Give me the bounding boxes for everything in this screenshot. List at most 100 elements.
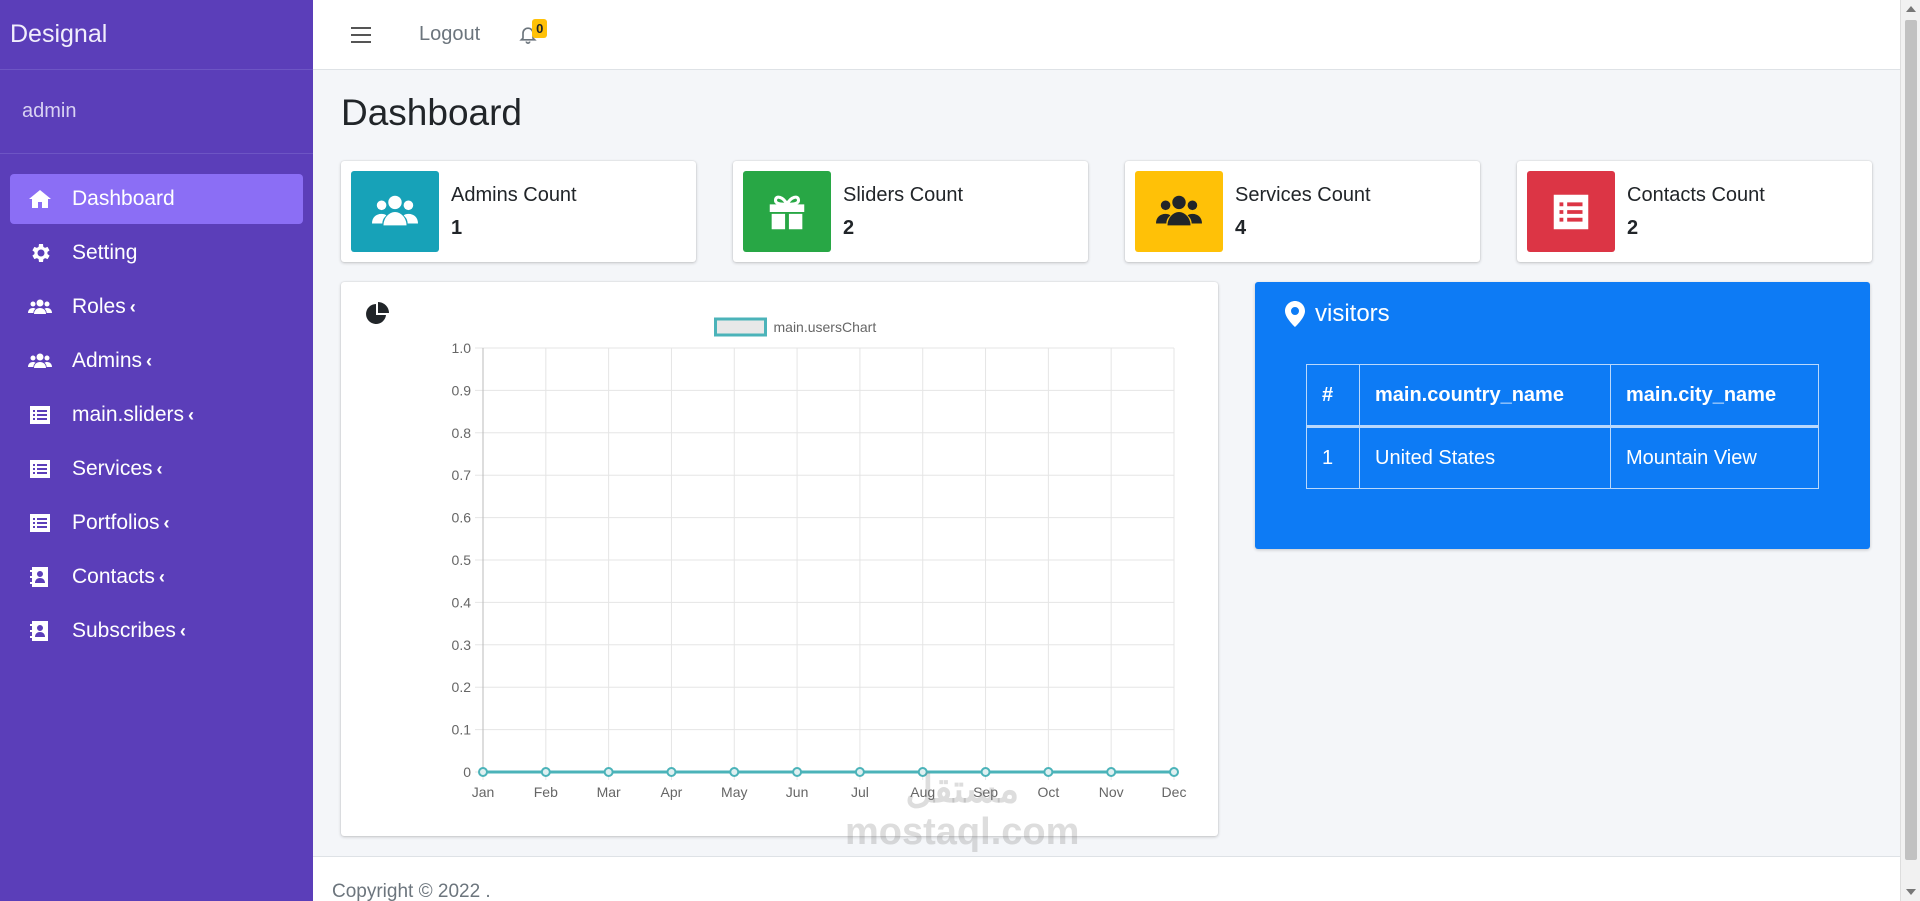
visitors-card: visitors # main.country_name main.city_n… xyxy=(1255,282,1870,549)
users-icon xyxy=(351,171,439,252)
column-header: main.country_name xyxy=(1359,364,1611,428)
sidebar-item-subscribes[interactable]: Subscribes ‹ xyxy=(10,606,303,656)
chevron-left-icon: ‹ xyxy=(188,404,195,425)
sidebar-item-contacts[interactable]: Contacts ‹ xyxy=(10,552,303,602)
sidebar-item-setting[interactable]: Setting xyxy=(10,228,303,278)
sidebar-item-roles[interactable]: Roles ‹ xyxy=(10,282,303,332)
page-title: Dashboard xyxy=(341,92,523,133)
visitors-title: visitors xyxy=(1315,300,1390,327)
legend-swatch xyxy=(714,317,767,337)
column-header: main.city_name xyxy=(1610,364,1819,428)
legend-label: main.usersChart xyxy=(774,319,877,335)
sidebar-item-sliders[interactable]: main.sliders ‹ xyxy=(10,390,303,440)
info-box-label: Admins Count xyxy=(451,183,577,206)
sidebar-item-label: main.sliders xyxy=(72,403,185,426)
info-box-value: 1 xyxy=(451,216,463,239)
info-box-value: 4 xyxy=(1235,216,1247,239)
users-chart-card: 0 0.1 0.2 0.3 0.4 0.5 0.6 0.7 0.8 0.9 1.0 Jan Feb Mar… xyxy=(341,282,1218,836)
notification-badge: 0 xyxy=(532,18,548,38)
sidebar-item-admins[interactable]: Admins ‹ xyxy=(10,336,303,386)
data-point xyxy=(729,767,740,777)
scroll-up-icon[interactable] xyxy=(1906,6,1916,12)
info-box-label: Services Count xyxy=(1235,183,1371,206)
table-header-row: # main.country_name main.city_name xyxy=(1306,364,1819,428)
top-navbar: Logout 0 xyxy=(313,0,1900,70)
x-tick-label: Apr xyxy=(661,784,683,800)
page-scrollbar[interactable] xyxy=(1900,0,1920,901)
table-row: 1 United States Mountain View xyxy=(1306,426,1819,489)
chevron-left-icon: ‹ xyxy=(179,620,186,641)
info-box-value: 2 xyxy=(1627,216,1639,239)
info-box-label: Sliders Count xyxy=(843,183,964,206)
footer: Copyright © 2022 . xyxy=(313,856,1900,901)
x-tick-label: Nov xyxy=(1099,784,1124,800)
users-line-chart: 0 0.1 0.2 0.3 0.4 0.5 0.6 0.7 0.8 0.9 1.0 Jan Feb Mar… xyxy=(452,317,1187,800)
x-tick-label: Feb xyxy=(534,784,558,800)
sidebar-item-label: Subscribes xyxy=(72,619,176,642)
contact-icon xyxy=(28,565,52,589)
sidebar-nav: Dashboard Setting Roles ‹ Admins ‹ main.… xyxy=(0,154,313,656)
sidebar-item-services[interactable]: Services ‹ xyxy=(10,444,303,494)
y-tick-label: 0.1 xyxy=(452,722,472,738)
sidebar-item-dashboard[interactable]: Dashboard xyxy=(10,174,303,224)
list-icon xyxy=(28,403,52,427)
list-icon xyxy=(28,511,52,535)
brand-name[interactable]: Designal xyxy=(0,0,313,70)
info-box-services: Services Count 4 xyxy=(1125,161,1480,262)
scroll-down-icon[interactable] xyxy=(1906,889,1916,895)
watermark-url: mostaql.com xyxy=(845,810,1080,853)
data-point xyxy=(1106,767,1117,777)
visitors-table: # main.country_name main.city_name 1 Uni… xyxy=(1306,364,1819,489)
sidebar-item-label: Contacts xyxy=(72,565,155,588)
data-point xyxy=(603,767,614,777)
scroll-thumb[interactable] xyxy=(1905,20,1917,860)
info-box-label: Contacts Count xyxy=(1627,183,1765,206)
chevron-left-icon: ‹ xyxy=(146,350,153,371)
data-point xyxy=(478,767,488,777)
menu-toggle-icon[interactable] xyxy=(351,26,371,43)
info-box-admins: Admins Count 1 xyxy=(341,161,696,262)
users-icon xyxy=(28,295,52,319)
sidebar-item-label: Setting xyxy=(72,241,138,264)
table-cell: United States xyxy=(1359,426,1611,489)
copyright-text: Copyright © 2022 . xyxy=(332,881,491,901)
y-tick-label: 1.0 xyxy=(452,340,472,356)
y-tick-label: 0.4 xyxy=(452,594,472,610)
notifications-button[interactable]: 0 xyxy=(518,18,548,47)
sidebar-item-label: Services xyxy=(72,457,153,480)
y-tick-label: 0.6 xyxy=(452,510,472,526)
logout-link[interactable]: Logout xyxy=(419,23,480,46)
x-tick-label: Jan xyxy=(472,784,495,800)
y-tick-label: 0.3 xyxy=(452,637,472,653)
x-tick-label: Jun xyxy=(786,784,809,800)
x-tick-label: May xyxy=(721,784,747,800)
y-tick-label: 0.2 xyxy=(452,679,472,695)
chevron-left-icon: ‹ xyxy=(163,512,170,533)
chevron-left-icon: ‹ xyxy=(158,566,165,587)
info-box-sliders: Sliders Count 2 xyxy=(733,161,1088,262)
watermark: مستقل mostaql.com xyxy=(845,769,1080,854)
sidebar-item-label: Roles xyxy=(72,295,126,318)
watermark-arabic: مستقل xyxy=(905,769,1020,811)
y-tick-label: 0.7 xyxy=(452,467,472,483)
table-cell: Mountain View xyxy=(1610,426,1819,489)
column-header: # xyxy=(1306,364,1360,428)
user-name[interactable]: admin xyxy=(0,70,313,154)
visitors-header: visitors xyxy=(1285,300,1390,328)
contact-icon xyxy=(28,619,52,643)
users-icon xyxy=(1135,171,1223,252)
data-point xyxy=(792,767,803,777)
y-tick-label: 0.5 xyxy=(452,552,472,568)
list-icon xyxy=(1527,171,1615,252)
gear-icon xyxy=(28,241,52,265)
sidebar-item-label: Admins xyxy=(72,349,143,372)
info-box-value: 2 xyxy=(843,216,855,239)
sidebar-item-portfolios[interactable]: Portfolios ‹ xyxy=(10,498,303,548)
x-tick-label: Dec xyxy=(1162,784,1187,800)
data-point xyxy=(1169,767,1179,777)
sidebar: Designal admin Dashboard Setting Roles ‹ xyxy=(0,0,313,901)
sidebar-item-label: Dashboard xyxy=(72,187,175,210)
map-marker-icon xyxy=(1285,301,1305,327)
x-tick-label: Mar xyxy=(597,784,621,800)
table-cell: 1 xyxy=(1306,426,1360,489)
